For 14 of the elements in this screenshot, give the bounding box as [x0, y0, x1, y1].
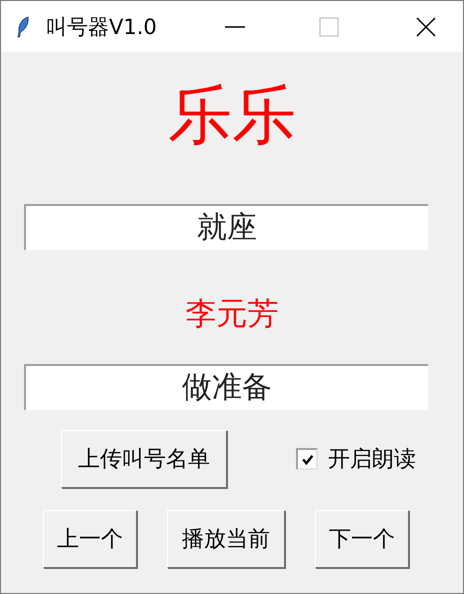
read-aloud-label: 开启朗读	[328, 446, 416, 474]
nav-button[interactable]: 播放当前	[167, 510, 285, 568]
check-icon	[300, 452, 314, 466]
read-aloud-checkbox[interactable]	[296, 448, 318, 470]
status-field[interactable]: 就座	[24, 204, 428, 250]
close-icon[interactable]	[416, 16, 436, 36]
nav-button[interactable]: 上一个	[43, 510, 137, 568]
window-title: 叫号器V1.0	[46, 14, 157, 40]
seated-name: 乐乐	[168, 84, 296, 155]
nav-button[interactable]: 下一个	[315, 510, 409, 568]
feather-icon	[16, 16, 30, 38]
upload-button[interactable]: 上传叫号名单	[61, 430, 227, 488]
status-field[interactable]: 做准备	[24, 364, 428, 410]
next-name: 李元芳	[186, 295, 278, 334]
